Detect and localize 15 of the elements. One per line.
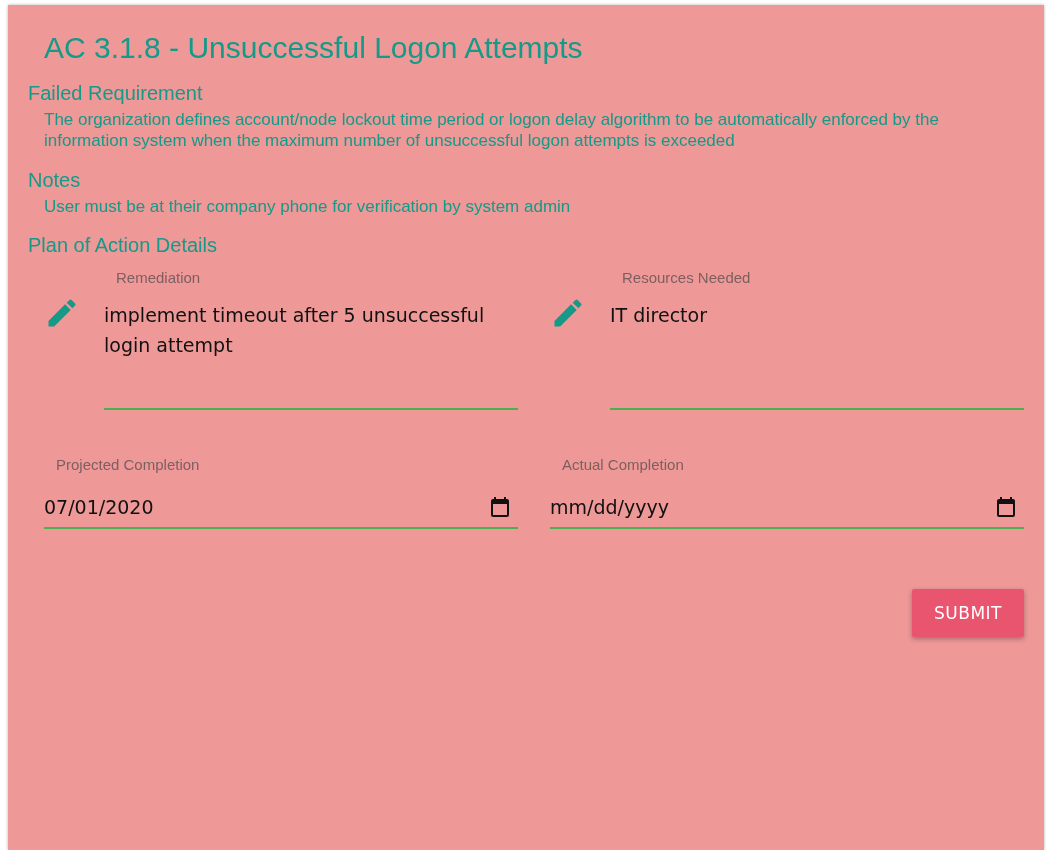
text-area[interactable]: implement timeout after 5 unsuccessful login attempt: [104, 299, 518, 410]
section-heading: Failed Requirement: [28, 81, 204, 106]
section-heading: Plan of Action Details: [28, 232, 218, 258]
calendar-icon[interactable]: [994, 494, 1018, 519]
calendar-icon[interactable]: [488, 494, 512, 519]
text-area[interactable]: IT director: [610, 299, 1024, 410]
section-heading: Notes: [28, 167, 82, 193]
section-text: The organization defines account/node lockout time period or logon delay algorithm to be automatically enforced by the information system when the maximum number of unsuccessful logon attempts is exceeded: [44, 109, 940, 152]
section-text: User must be at their company phone for verification by system admin: [44, 195, 572, 217]
field-label: Resources Needed: [622, 268, 752, 286]
submit-button[interactable]: SUBMIT: [912, 588, 1024, 637]
page-title: AC 3.1.8 - Unsuccessful Logon Attempts: [44, 30, 584, 66]
field-label: Remediation: [116, 268, 202, 286]
field-label: Projected Completion: [56, 455, 201, 473]
field-label: Actual Completion: [562, 455, 685, 473]
